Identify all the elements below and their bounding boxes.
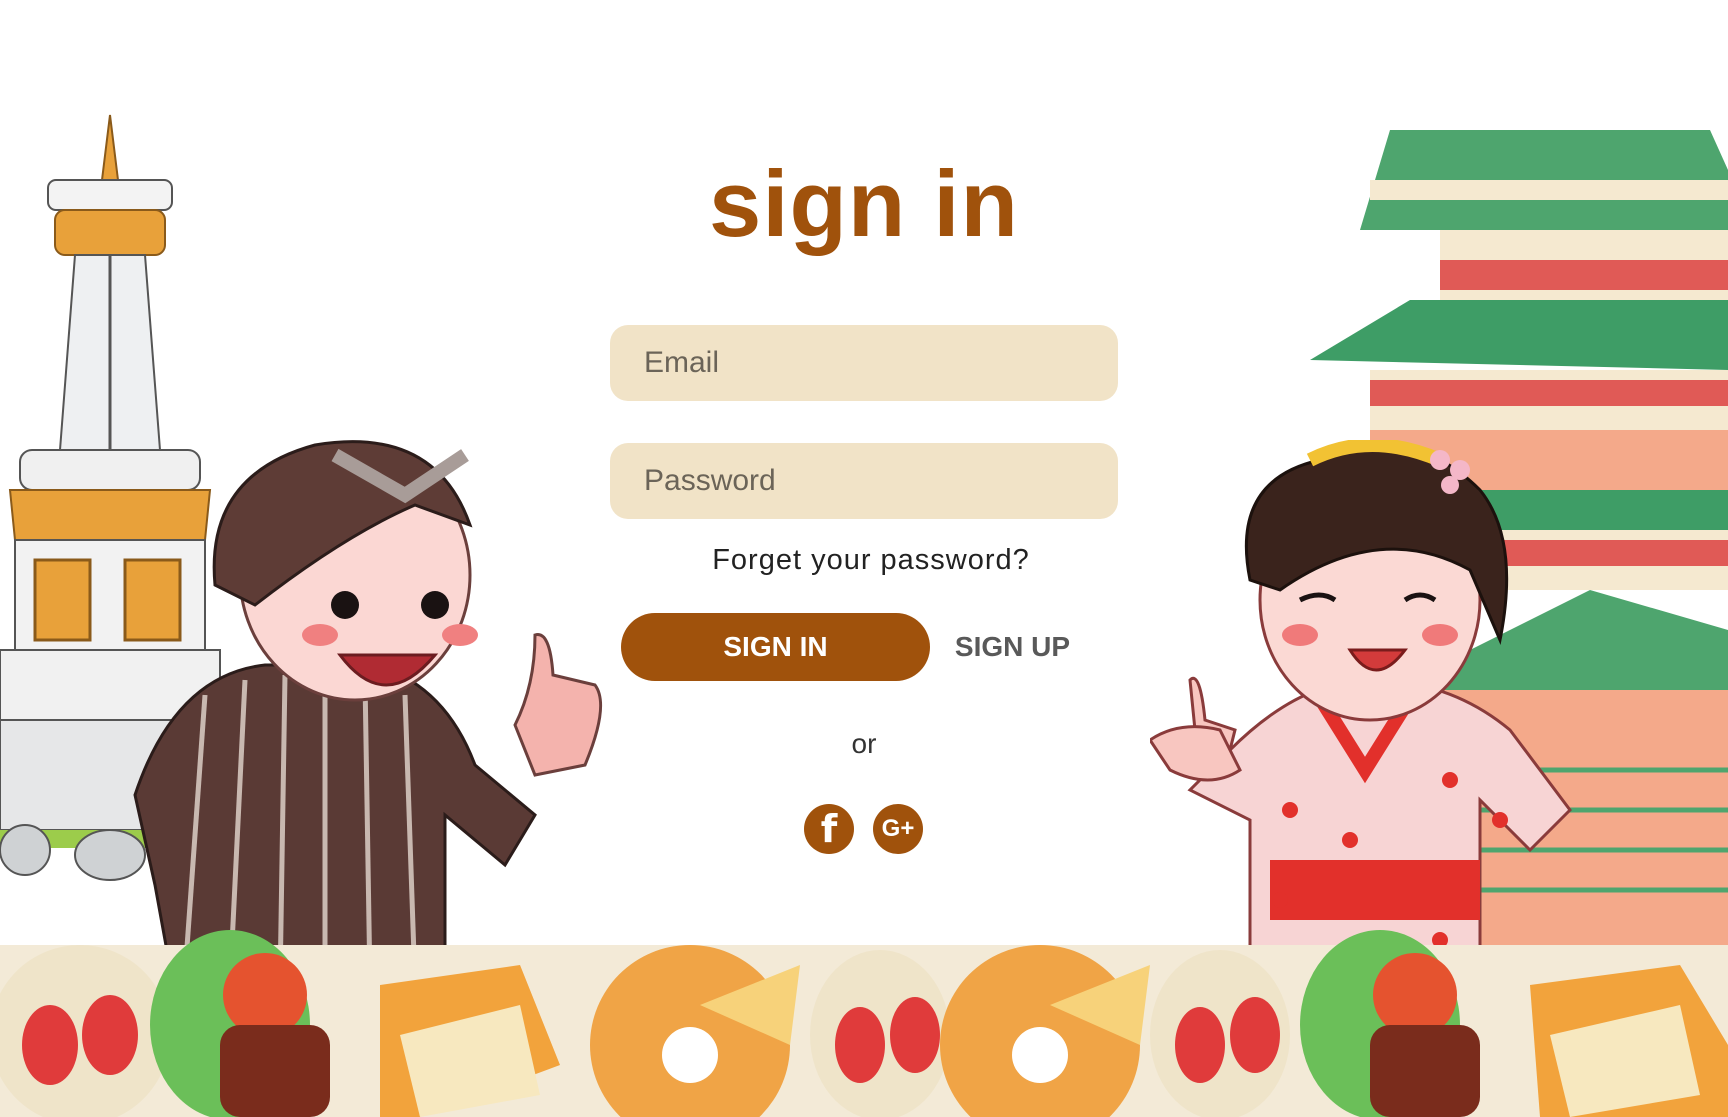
google-plus-icon[interactable]: G+ — [873, 804, 923, 854]
javanese-man-illustration — [133, 440, 603, 995]
kimono-woman-illustration — [1150, 440, 1572, 960]
google-plus-glyph: G+ — [881, 815, 915, 842]
or-divider-text: or — [851, 728, 877, 759]
facebook-icon[interactable]: f — [804, 804, 854, 854]
sign-up-button[interactable]: SIGN UP — [945, 613, 1080, 681]
facebook-glyph: f — [820, 807, 838, 851]
food-banner-illustration — [0, 930, 1728, 1117]
email-field[interactable] — [610, 325, 1118, 401]
forgot-password-link[interactable]: Forget your password? — [0, 544, 1728, 577]
page-title: sign in — [709, 151, 1019, 256]
password-field[interactable] — [610, 443, 1118, 519]
sign-in-button[interactable]: SIGN IN — [621, 613, 930, 681]
